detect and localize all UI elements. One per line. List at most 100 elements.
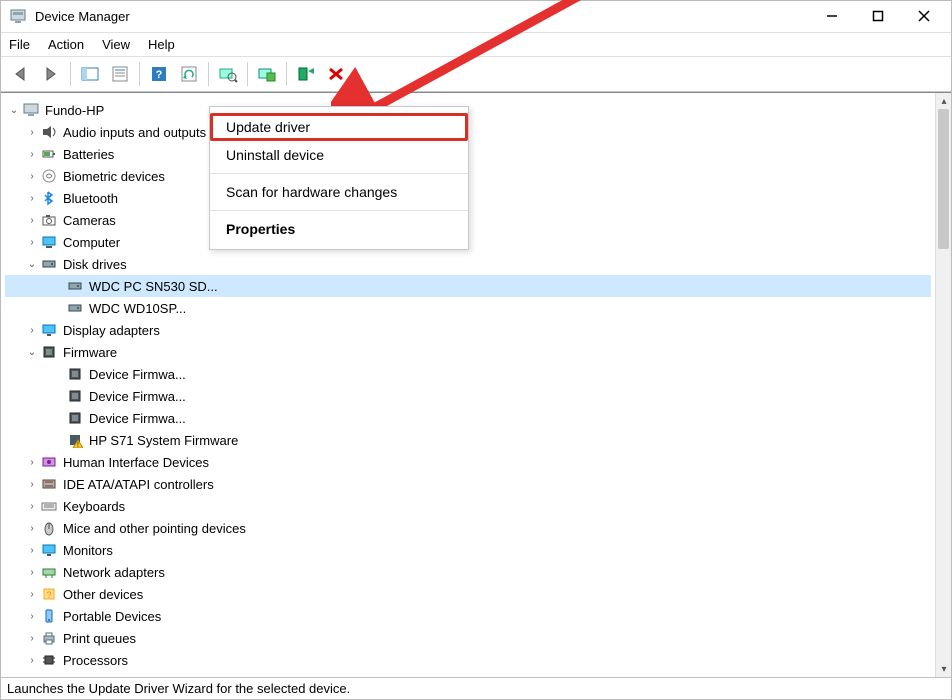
- tree-item-11[interactable]: › Keyboards: [5, 495, 931, 517]
- tree-node-label: Human Interface Devices: [63, 455, 209, 470]
- expand-icon[interactable]: ›: [25, 325, 39, 336]
- tree-item-8-0[interactable]: Device Firmwa...: [5, 363, 931, 385]
- collapse-icon[interactable]: ⌄: [25, 259, 39, 270]
- scroll-up-arrow[interactable]: ▴: [936, 93, 952, 109]
- firmware-icon: [67, 366, 83, 382]
- context-menu: Update driverUninstall device Scan for ha…: [209, 106, 469, 250]
- expand-icon[interactable]: ›: [25, 215, 39, 226]
- bluetooth-icon: [41, 190, 57, 206]
- menu-file[interactable]: File: [9, 37, 30, 52]
- help-button[interactable]: ?: [145, 60, 173, 88]
- tree-item-7[interactable]: ›Display adapters: [5, 319, 931, 341]
- context-menu-separator: [210, 210, 468, 211]
- uninstall-device-button[interactable]: [292, 60, 320, 88]
- tree-item-12[interactable]: › Mice and other pointing devices: [5, 517, 931, 539]
- expand-icon[interactable]: ›: [25, 127, 39, 138]
- expand-icon[interactable]: ›: [25, 545, 39, 556]
- battery-icon: [41, 146, 57, 162]
- scroll-thumb[interactable]: [938, 109, 949, 249]
- expand-icon[interactable]: ›: [25, 501, 39, 512]
- tree-item-16[interactable]: › Portable Devices: [5, 605, 931, 627]
- tree-node-label: Biometric devices: [63, 169, 165, 184]
- tree-node-label: WDC PC SN530 SD...: [89, 279, 218, 294]
- titlebar: Device Manager: [1, 1, 951, 33]
- expand-icon[interactable]: ›: [25, 149, 39, 160]
- maximize-button[interactable]: [855, 1, 901, 31]
- context-menu-item-scan-for-hardware-changes[interactable]: Scan for hardware changes: [210, 178, 468, 206]
- tree-item-6-1[interactable]: WDC WD10SP...: [5, 297, 931, 319]
- update-driver-button[interactable]: [253, 60, 281, 88]
- disk-icon: [67, 278, 83, 294]
- tree-item-14[interactable]: ›Network adapters: [5, 561, 931, 583]
- disable-device-button[interactable]: [322, 60, 350, 88]
- tree-item-18[interactable]: › Processors: [5, 649, 931, 671]
- forward-button[interactable]: [37, 60, 65, 88]
- menubar: File Action View Help: [1, 33, 951, 57]
- expand-icon[interactable]: ›: [25, 237, 39, 248]
- expand-icon[interactable]: ›: [25, 479, 39, 490]
- tree-item-15[interactable]: ›?Other devices: [5, 583, 931, 605]
- other-icon: ?: [41, 586, 57, 602]
- tree-item-6[interactable]: ⌄Disk drives: [5, 253, 931, 275]
- tree-item-10[interactable]: ›IDE ATA/ATAPI controllers: [5, 473, 931, 495]
- firmware-icon: [67, 388, 83, 404]
- expand-icon[interactable]: ›: [25, 589, 39, 600]
- tree-node-label: Firmware: [63, 345, 117, 360]
- svg-text:!: !: [77, 442, 79, 448]
- scan-hardware-button[interactable]: [214, 60, 242, 88]
- scroll-down-arrow[interactable]: ▾: [936, 661, 952, 677]
- refresh-button[interactable]: [175, 60, 203, 88]
- collapse-icon[interactable]: ⌄: [7, 105, 21, 116]
- tree-item-8-1[interactable]: Device Firmwa...: [5, 385, 931, 407]
- tree-node-label: Processors: [63, 653, 128, 668]
- minimize-button[interactable]: [809, 1, 855, 31]
- tree-item-8[interactable]: ⌄ Firmware: [5, 341, 931, 363]
- speaker-icon: [41, 124, 57, 140]
- network-icon: [41, 564, 57, 580]
- context-menu-item-update-driver[interactable]: Update driver: [210, 113, 468, 141]
- menu-help[interactable]: Help: [148, 37, 175, 52]
- menu-view[interactable]: View: [102, 37, 130, 52]
- collapse-icon[interactable]: ⌄: [25, 347, 39, 358]
- toolbar-separator: [286, 62, 287, 86]
- context-menu-item-properties[interactable]: Properties: [210, 215, 468, 243]
- toolbar-separator: [247, 62, 248, 86]
- printer-icon: [41, 630, 57, 646]
- tree-item-17[interactable]: ›Print queues: [5, 627, 931, 649]
- show-hide-console-tree-button[interactable]: [76, 60, 104, 88]
- expand-icon[interactable]: ›: [25, 193, 39, 204]
- expand-icon[interactable]: ›: [25, 171, 39, 182]
- expand-icon[interactable]: ›: [25, 457, 39, 468]
- svg-text:?: ?: [46, 590, 51, 600]
- toolbar-separator: [139, 62, 140, 86]
- tree-node-label: Keyboards: [63, 499, 125, 514]
- device-manager-window: Device Manager File Action View Help ? ⌄…: [0, 0, 952, 700]
- tree-node-label: Mice and other pointing devices: [63, 521, 246, 536]
- properties-button[interactable]: [106, 60, 134, 88]
- vertical-scrollbar[interactable]: ▴ ▾: [935, 93, 951, 677]
- tree-item-9[interactable]: › Human Interface Devices: [5, 451, 931, 473]
- tree-node-label: Audio inputs and outputs: [63, 125, 206, 140]
- expand-icon[interactable]: ›: [25, 655, 39, 666]
- app-icon: [9, 7, 27, 25]
- content-area: ⌄Fundo-HP›Audio inputs and outputs›Batte…: [1, 92, 951, 677]
- context-menu-item-uninstall-device[interactable]: Uninstall device: [210, 141, 468, 169]
- context-menu-separator: [210, 173, 468, 174]
- expand-icon[interactable]: ›: [25, 523, 39, 534]
- expand-icon[interactable]: ›: [25, 611, 39, 622]
- tree-node-label: WDC WD10SP...: [89, 301, 186, 316]
- back-button[interactable]: [7, 60, 35, 88]
- expand-icon[interactable]: ›: [25, 633, 39, 644]
- menu-action[interactable]: Action: [48, 37, 84, 52]
- portable-icon: [41, 608, 57, 624]
- tree-item-6-0[interactable]: WDC PC SN530 SD...: [5, 275, 931, 297]
- monitor-icon: [41, 542, 57, 558]
- tree-node-label: Portable Devices: [63, 609, 161, 624]
- expand-icon[interactable]: ›: [25, 567, 39, 578]
- computer-icon: [41, 234, 57, 250]
- close-button[interactable]: [901, 1, 947, 31]
- tree-item-13[interactable]: ›Monitors: [5, 539, 931, 561]
- tree-item-8-3[interactable]: !HP S71 System Firmware: [5, 429, 931, 451]
- hid-icon: [41, 454, 57, 470]
- tree-item-8-2[interactable]: Device Firmwa...: [5, 407, 931, 429]
